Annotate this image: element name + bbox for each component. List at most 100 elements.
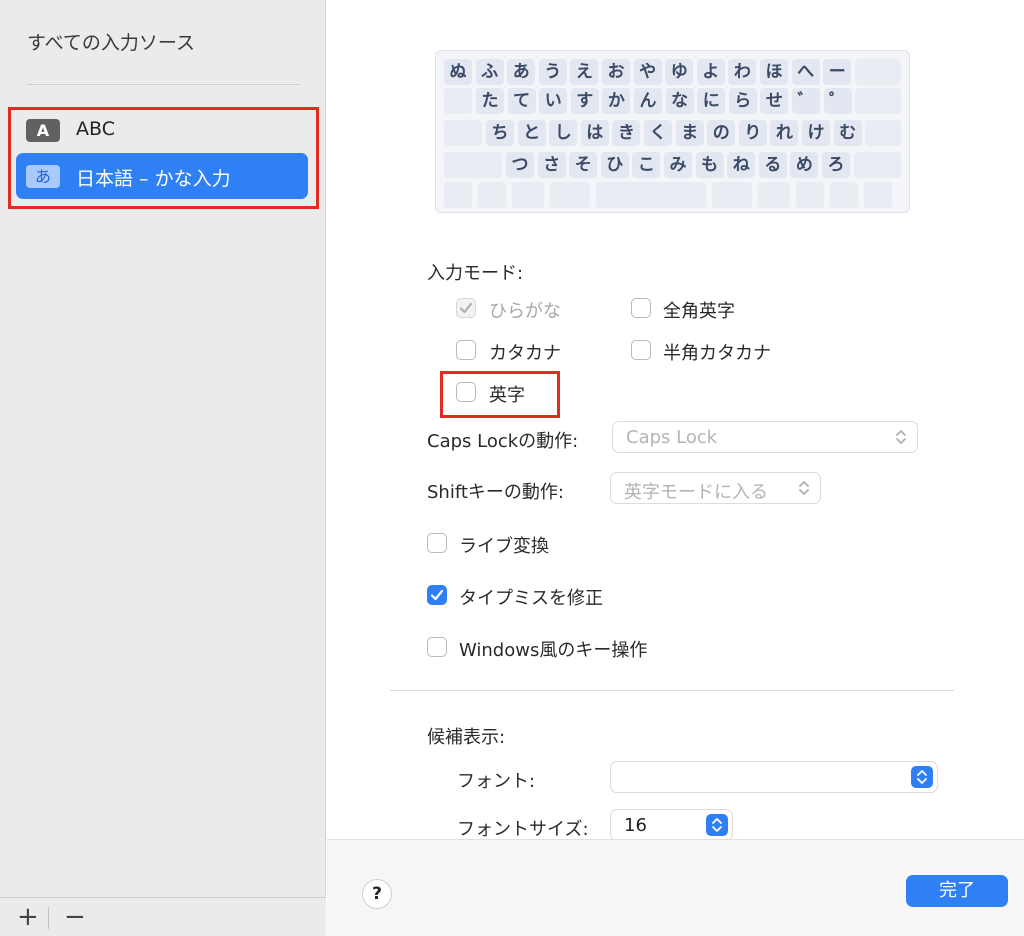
keyboard-blank-key xyxy=(854,59,901,85)
typo-correction-checkbox[interactable] xyxy=(427,585,447,605)
sidebar-divider xyxy=(27,84,300,85)
keyboard-key: ゜ xyxy=(823,88,852,114)
live-conversion-checkbox[interactable] xyxy=(427,533,447,553)
keyboard-key: ー xyxy=(823,59,852,85)
caps-lock-popup[interactable]: Caps Lock xyxy=(612,421,918,453)
katakana-checkbox[interactable] xyxy=(456,340,476,360)
keyboard-key: て xyxy=(507,88,536,114)
keyboard-blank-key xyxy=(758,182,790,208)
keyboard-key: に xyxy=(697,88,726,114)
keyboard-key: そ xyxy=(569,152,598,178)
hankaku-katakana-checkbox[interactable] xyxy=(631,340,651,360)
keyboard-key: う xyxy=(538,59,567,85)
keyboard-blank-key xyxy=(478,182,506,208)
keyboard-key: は xyxy=(580,120,609,146)
keyboard-key: ま xyxy=(675,120,704,146)
keyboard-key: お xyxy=(602,59,630,85)
keyboard-blank-key xyxy=(796,182,824,208)
section-divider xyxy=(390,690,954,691)
keyboard-key: ら xyxy=(728,88,757,114)
keyboard-key: た xyxy=(476,88,504,114)
shift-key-label: Shiftキーの動作: xyxy=(427,482,564,503)
live-conversion-label: ライブ変換 xyxy=(459,536,549,557)
katakana-label: カタカナ xyxy=(489,343,561,364)
candidates-heading: 候補表示: xyxy=(427,727,506,748)
keyboard-key: わ xyxy=(728,59,757,85)
hiragana-checkbox[interactable] xyxy=(456,298,476,318)
windows-keys-checkbox[interactable] xyxy=(427,637,447,657)
keyboard-key: み xyxy=(664,152,692,178)
keyboard-key: ぬ xyxy=(444,59,472,85)
highlight-box-eiji xyxy=(440,371,560,418)
keyboard-key: さ xyxy=(537,152,566,178)
keyboard-key: え xyxy=(570,59,599,85)
keyboard-key: の xyxy=(707,120,736,146)
keyboard-key: も xyxy=(695,152,724,178)
checkmark-icon xyxy=(459,302,473,314)
highlight-box-sources xyxy=(8,107,319,209)
typo-correction-label: タイプミスを修正 xyxy=(459,588,603,609)
add-source-button[interactable]: + xyxy=(17,901,39,933)
sidebar-title: すべての入力ソース xyxy=(27,32,195,54)
keyboard-blank-key xyxy=(830,182,858,208)
keyboard-key: ん xyxy=(634,88,662,114)
keyboard-blank-key xyxy=(865,120,901,146)
keyboard-key: な xyxy=(665,88,694,114)
font-size-popup[interactable]: 16 xyxy=(610,809,733,841)
done-button[interactable]: 完了 xyxy=(906,875,1008,907)
keyboard-key: し xyxy=(549,120,578,146)
font-size-label: フォントサイズ: xyxy=(457,819,589,840)
keyboard-key: ひ xyxy=(600,152,629,178)
keyboard-blank-key xyxy=(853,152,901,178)
keyboard-key: ゆ xyxy=(665,59,694,85)
windows-keys-label: Windows風のキー操作 xyxy=(459,640,648,661)
hankaku-katakana-label: 半角カタカナ xyxy=(663,343,771,364)
keyboard-layout-preview: ぬふあうえおやゆよわほへーたていすかんなにらせ゛゜ちとしはきくまのりれけむつさそ… xyxy=(435,50,910,213)
keyboard-blank-key xyxy=(550,182,590,208)
keyboard-key: れ xyxy=(770,120,799,146)
keyboard-blank-key xyxy=(444,152,502,178)
keyboard-key: こ xyxy=(632,152,661,178)
keyboard-key: き xyxy=(612,120,641,146)
keyboard-key: へ xyxy=(791,59,820,85)
input-mode-heading: 入力モード: xyxy=(427,263,524,284)
keyboard-key: る xyxy=(758,152,787,178)
keyboard-key: と xyxy=(517,120,546,146)
remove-source-button[interactable]: − xyxy=(64,901,86,933)
keyboard-key: り xyxy=(738,120,767,146)
keyboard-blank-key xyxy=(596,182,706,208)
font-label: フォント: xyxy=(457,771,536,792)
keyboard-key: つ xyxy=(506,152,534,178)
keyboard-key: ゛ xyxy=(792,88,820,114)
checkmark-icon xyxy=(430,589,444,601)
shift-key-value: 英字モードに入る xyxy=(624,482,768,503)
keyboard-key: め xyxy=(790,152,819,178)
hiragana-label: ひらがな xyxy=(489,301,561,322)
chevron-updown-icon xyxy=(917,770,927,784)
shift-key-popup[interactable]: 英字モードに入る xyxy=(610,472,821,504)
font-size-popup-arrows xyxy=(706,814,728,836)
keyboard-blank-key xyxy=(444,182,472,208)
keyboard-key: せ xyxy=(760,88,789,114)
keyboard-key: む xyxy=(833,120,862,146)
keyboard-key: け xyxy=(802,120,830,146)
keyboard-blank-key xyxy=(444,120,482,146)
keyboard-key: あ xyxy=(507,59,536,85)
chevron-updown-icon xyxy=(896,430,906,444)
help-button[interactable]: ? xyxy=(362,879,392,909)
keyboard-key: す xyxy=(570,88,599,114)
zenkaku-eiji-label: 全角英字 xyxy=(663,301,735,322)
font-size-value: 16 xyxy=(624,815,647,836)
keyboard-key: や xyxy=(633,59,662,85)
keyboard-blank-key xyxy=(444,88,472,114)
keyboard-key: く xyxy=(644,120,672,146)
keyboard-key: ろ xyxy=(822,152,850,178)
keyboard-blank-key xyxy=(855,88,901,114)
keyboard-blank-key xyxy=(512,182,544,208)
zenkaku-eiji-checkbox[interactable] xyxy=(631,298,651,318)
keyboard-key: か xyxy=(602,88,631,114)
chevron-updown-icon xyxy=(799,481,809,495)
keyboard-key: ね xyxy=(727,152,756,178)
font-popup[interactable] xyxy=(610,761,938,793)
caps-lock-label: Caps Lockの動作: xyxy=(427,431,579,452)
